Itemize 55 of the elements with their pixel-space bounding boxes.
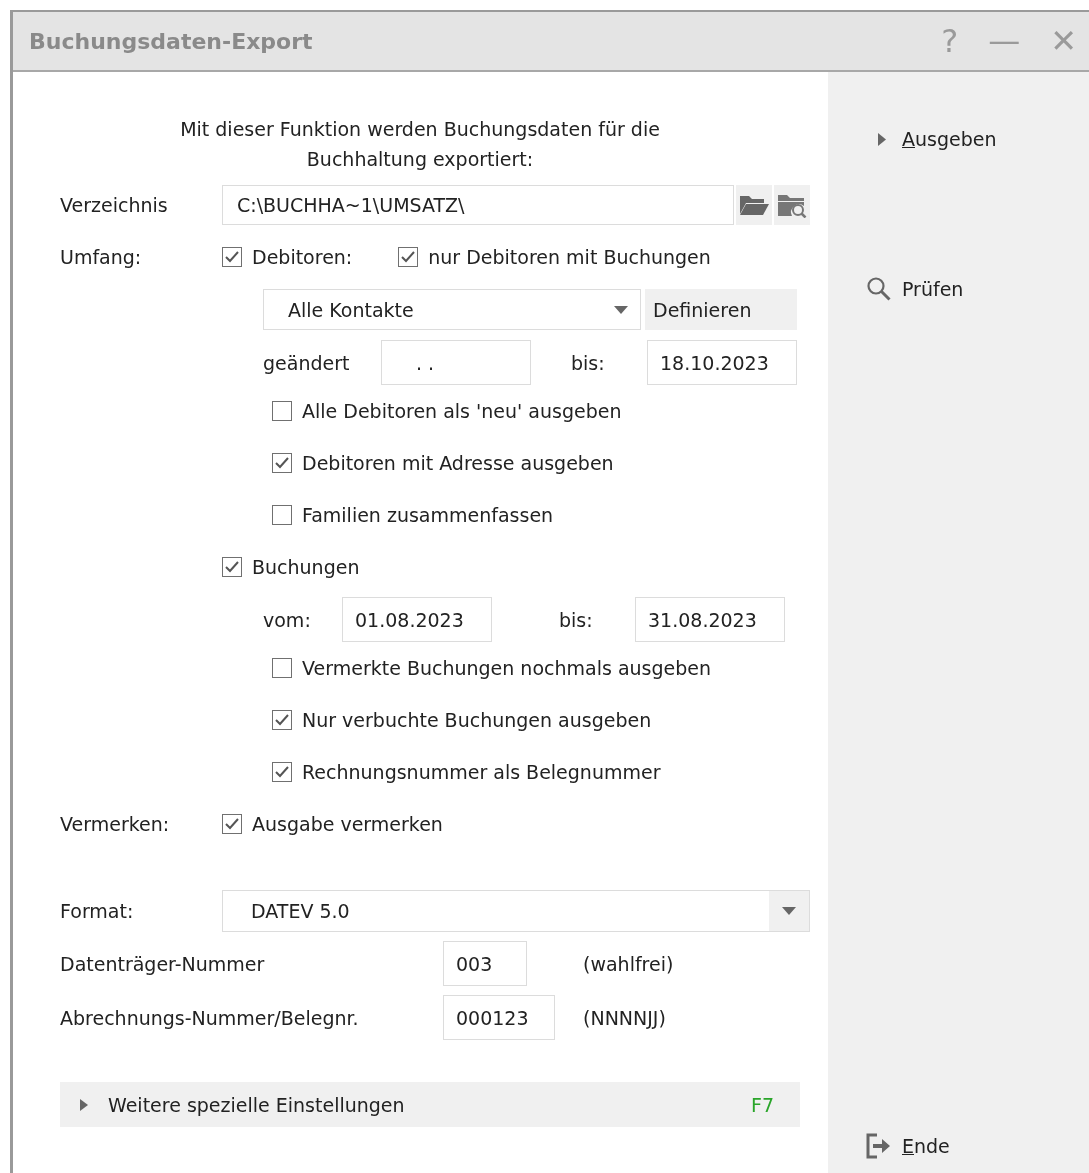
- checkbox[interactable]: Nur verbuchte Buchungen ausgeben: [272, 709, 652, 731]
- shortcut-key: F7: [750, 1093, 774, 1116]
- checkbox[interactable]: Debitoren mit Adresse ausgeben: [272, 452, 614, 474]
- caret-icon: [614, 305, 628, 314]
- checkbox[interactable]: Debitoren:: [222, 246, 353, 268]
- field-label: Datenträger-Nummer: [60, 952, 266, 975]
- more-settings-bar[interactable]: Weitere spezielle Einstellungen F7: [60, 1082, 800, 1127]
- field-label: Format:: [60, 900, 135, 922]
- field-label: geändert: [263, 351, 351, 374]
- field-label: vom:: [263, 608, 312, 631]
- caret-icon: [782, 907, 796, 915]
- checkmark-icon: [224, 817, 240, 831]
- checkmark-icon: [274, 456, 290, 470]
- define-button[interactable]: Definieren: [645, 289, 797, 330]
- field-label: Vermerken:: [60, 813, 171, 835]
- date-field[interactable]: 18.10.2023: [647, 340, 797, 385]
- date-field[interactable]: . .: [381, 340, 531, 385]
- checkmark-icon: [400, 250, 417, 264]
- field-hint: (NNNNJJ): [583, 1006, 666, 1029]
- export-button[interactable]: Ausgeben: [902, 128, 997, 150]
- contacts-dropdown[interactable]: Alle Kontakte: [263, 289, 641, 330]
- number-field[interactable]: 003: [443, 941, 527, 986]
- checkmark-icon: [274, 765, 290, 779]
- check-button[interactable]: Prüfen: [902, 278, 964, 300]
- field-label: Umfang:: [60, 246, 143, 268]
- more-settings-label: Weitere spezielle Einstellungen: [108, 1093, 406, 1116]
- checkbox[interactable]: Ausgabe vermerken: [222, 813, 443, 835]
- expand-icon: [80, 1098, 88, 1111]
- window-title: Buchungsdaten-Export: [28, 28, 313, 54]
- field-label: Abrechnungs-Nummer/Belegnr.: [60, 1006, 360, 1029]
- date-field[interactable]: 01.08.2023: [342, 597, 492, 642]
- field-label: Verzeichnis: [60, 194, 169, 216]
- folder-search-icon[interactable]: [774, 185, 810, 225]
- number-field[interactable]: 000123: [443, 995, 555, 1040]
- checkmark-icon: [274, 713, 290, 727]
- field-label: bis:: [559, 608, 594, 631]
- field-label: bis:: [571, 351, 606, 374]
- checkbox[interactable]: Familien zusammenfassen: [272, 504, 554, 526]
- checkbox[interactable]: Rechnungsnummer als Belegnummer: [272, 761, 661, 783]
- play-icon: [878, 132, 886, 146]
- checkbox[interactable]: Buchungen: [222, 556, 360, 578]
- folder-icon[interactable]: [736, 185, 772, 225]
- checkmark-icon: [224, 250, 240, 264]
- checkbox[interactable]: nur Debitoren mit Buchungen: [398, 246, 711, 268]
- checkmark-icon: [224, 560, 240, 574]
- format-dropdown[interactable]: DATEV 5.0: [222, 890, 810, 932]
- date-field[interactable]: 31.08.2023: [635, 597, 785, 642]
- exit-icon: [866, 1133, 892, 1159]
- search-icon: [866, 276, 892, 302]
- exit-button[interactable]: Ende: [902, 1135, 950, 1157]
- checkbox[interactable]: Alle Debitoren als 'neu' ausgeben: [272, 400, 622, 422]
- intro-text: Mit dieser Funktion werden Buchungsdaten für die Buchhaltung exportiert:: [179, 117, 661, 172]
- directory-field[interactable]: C:\BUCHHA~1\UMSATZ\: [222, 185, 734, 225]
- field-hint: (wahlfrei): [583, 952, 674, 975]
- checkbox[interactable]: Vermerkte Buchungen nochmals ausgeben: [272, 657, 711, 679]
